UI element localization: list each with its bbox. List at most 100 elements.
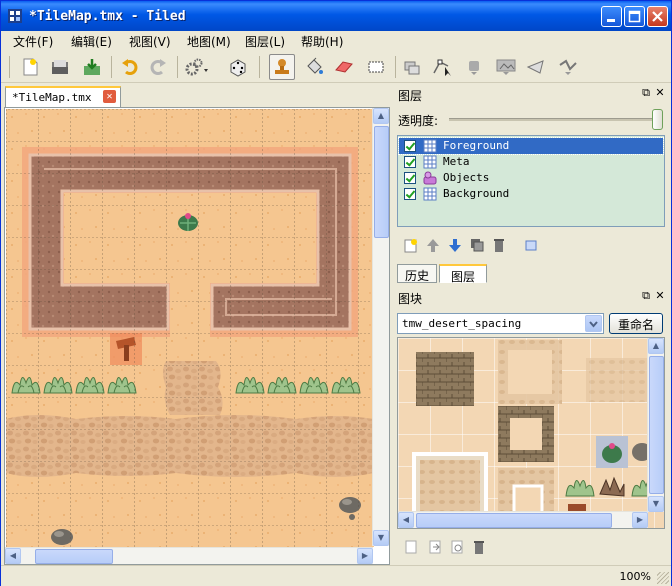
save-map-button[interactable]	[79, 54, 105, 80]
random-mode-button[interactable]	[225, 54, 251, 80]
opacity-slider-thumb[interactable]	[652, 109, 663, 130]
undo-icon	[122, 59, 138, 75]
stamp-brush-icon	[275, 59, 289, 74]
redo-button[interactable]	[145, 54, 171, 80]
menu-help[interactable]: 帮助(H)	[301, 33, 343, 50]
layer-row-foreground[interactable]: Foreground	[398, 137, 664, 155]
menu-layer[interactable]: 图层(L)	[245, 33, 285, 50]
layer-name: Foreground	[443, 139, 510, 152]
insert-polyline-tool[interactable]	[555, 54, 581, 80]
random-dice-icon	[230, 59, 246, 77]
edit-polygons-icon	[433, 59, 451, 76]
toolbar-separator	[395, 56, 396, 78]
tileset-dropdown[interactable]: tmw_desert_spacing	[397, 313, 604, 334]
select-objects-tool[interactable]	[399, 54, 425, 80]
float-panel-icon[interactable]: ⧉	[640, 87, 652, 99]
rename-tileset-button[interactable]: 重命名	[609, 313, 663, 334]
menu-map[interactable]: 地图(M)	[187, 33, 231, 50]
close-button[interactable]	[647, 6, 668, 27]
status-bar: 100%	[1, 565, 671, 586]
close-tab-icon[interactable]: ✕	[103, 90, 116, 103]
layers-panel-header: 图层 ⧉ ✕	[394, 86, 670, 104]
layer-row-meta[interactable]: Meta	[399, 154, 663, 170]
insert-image-tool[interactable]	[493, 54, 519, 80]
tileset-view[interactable]: ▲ ▼ ◀ ▶	[397, 337, 665, 529]
rect-select-tool[interactable]	[363, 54, 389, 80]
lower-layer-button[interactable]	[445, 235, 465, 255]
scroll-down-icon[interactable]: ▼	[373, 530, 389, 546]
vertical-scroll-thumb[interactable]	[374, 126, 389, 238]
undo-button[interactable]	[117, 54, 143, 80]
opacity-label: 透明度:	[398, 114, 439, 128]
new-tileset-button[interactable]	[401, 537, 421, 557]
remove-tileset-button[interactable]	[469, 537, 489, 557]
close-icon	[652, 11, 663, 22]
scroll-up-icon[interactable]: ▲	[648, 338, 664, 354]
menu-edit[interactable]: 编辑(E)	[71, 33, 112, 50]
map-vertical-scrollbar[interactable]: ▲ ▼	[372, 108, 389, 546]
export-tileset-button[interactable]	[447, 537, 467, 557]
close-panel-icon[interactable]: ✕	[654, 87, 666, 99]
opacity-slider-track[interactable]	[449, 118, 657, 121]
insert-polygon-icon	[526, 60, 544, 74]
new-file-icon	[23, 58, 38, 76]
delete-layer-button[interactable]	[489, 235, 509, 255]
properties-icon	[525, 240, 537, 251]
bucket-fill-icon	[307, 57, 323, 74]
chevron-down-icon[interactable]	[585, 315, 602, 332]
new-map-button[interactable]	[17, 54, 43, 80]
scroll-left-icon[interactable]: ◀	[5, 548, 21, 564]
insert-rectangle-tool[interactable]	[461, 54, 487, 80]
close-panel-icon[interactable]: ✕	[654, 290, 666, 302]
map-horizontal-scrollbar[interactable]: ◀ ▶	[5, 547, 373, 564]
tileset-horizontal-scrollbar[interactable]: ◀ ▶	[398, 511, 648, 528]
menu-view[interactable]: 视图(V)	[129, 33, 171, 50]
horizontal-scroll-thumb[interactable]	[416, 513, 612, 528]
scroll-left-icon[interactable]: ◀	[398, 512, 414, 528]
layer-properties-button[interactable]	[521, 235, 541, 255]
layer-row-background[interactable]: Background	[399, 186, 663, 202]
duplicate-icon	[471, 239, 484, 252]
vertical-scroll-thumb[interactable]	[649, 356, 664, 494]
raise-layer-button[interactable]	[423, 235, 443, 255]
open-map-button[interactable]	[47, 54, 73, 80]
resize-grip-icon[interactable]	[657, 572, 669, 584]
open-folder-icon	[52, 60, 68, 74]
visibility-checkbox[interactable]	[404, 188, 416, 200]
scroll-up-icon[interactable]: ▲	[373, 108, 389, 124]
stamp-brush-tool[interactable]	[269, 54, 295, 80]
main-toolbar	[1, 51, 671, 83]
scroll-right-icon[interactable]: ▶	[632, 512, 648, 528]
export-icon	[451, 540, 463, 554]
edit-polygons-tool[interactable]	[429, 54, 455, 80]
map-canvas[interactable]	[6, 109, 374, 547]
maximize-button[interactable]	[624, 6, 645, 27]
tileset-vertical-scrollbar[interactable]: ▲ ▼	[647, 338, 664, 512]
scroll-down-icon[interactable]: ▼	[648, 496, 664, 512]
layer-row-objects[interactable]: Objects	[399, 170, 663, 186]
tab-history[interactable]: 历史	[397, 264, 437, 283]
bucket-fill-tool[interactable]	[301, 54, 327, 80]
tab-layers[interactable]: 图层	[439, 264, 487, 284]
eraser-tool[interactable]	[331, 54, 357, 80]
tab-tilemap-document[interactable]: *TileMap.tmx ✕	[5, 86, 121, 108]
tileset-tiles	[398, 338, 664, 528]
layer-name: Objects	[443, 171, 490, 184]
tileset-name: tmw_desert_spacing	[402, 317, 522, 330]
visibility-checkbox[interactable]	[404, 172, 416, 184]
float-panel-icon[interactable]: ⧉	[640, 290, 652, 302]
command-button[interactable]	[183, 54, 209, 80]
import-tileset-button[interactable]	[425, 537, 445, 557]
tile-layer-icon	[423, 155, 437, 169]
visibility-checkbox[interactable]	[404, 156, 416, 168]
toolbar-separator	[177, 56, 178, 78]
horizontal-scroll-thumb[interactable]	[35, 549, 113, 564]
menu-file[interactable]: 文件(F)	[13, 33, 53, 50]
insert-polygon-tool[interactable]	[523, 54, 549, 80]
add-layer-button[interactable]	[401, 235, 421, 255]
visibility-checkbox[interactable]	[404, 140, 416, 152]
minimize-button[interactable]	[601, 6, 622, 27]
main-window: *TileMap.tmx - Tiled 文件(F) 编辑(E) 视图(V) 地…	[0, 0, 672, 586]
scroll-right-icon[interactable]: ▶	[357, 548, 373, 564]
duplicate-layer-button[interactable]	[467, 235, 487, 255]
